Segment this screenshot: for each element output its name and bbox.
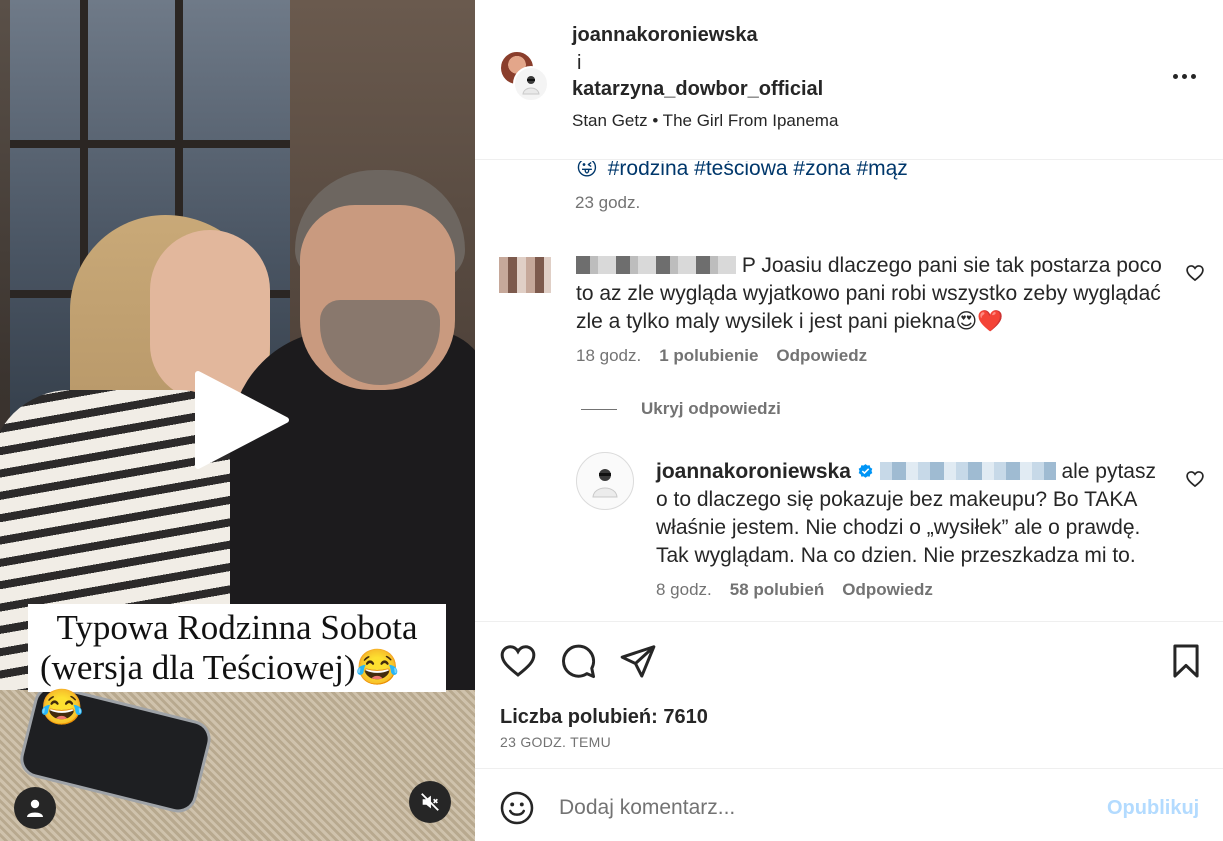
heart-icon[interactable] xyxy=(1185,263,1205,283)
comment-composer: Opublikuj xyxy=(475,770,1223,841)
comment-icon[interactable] xyxy=(559,642,597,680)
comment-input[interactable] xyxy=(559,792,1079,824)
play-icon[interactable] xyxy=(190,370,290,470)
reply-text: joannakoroniewska ale pytasz o to dlacze… xyxy=(656,458,1166,570)
reply-meta: 8 godz. 58 polubień Odpowiedz xyxy=(656,580,933,600)
video-caption: Typowa Rodzinna Sobota (wersja dla Teści… xyxy=(28,604,446,727)
more-horizontal-icon xyxy=(1172,73,1196,79)
publish-button[interactable]: Opublikuj xyxy=(1107,797,1199,820)
paper-plane-icon[interactable] xyxy=(619,642,657,680)
winking-tongue-emoji: 😜 xyxy=(576,161,598,180)
post-video[interactable]: Typowa Rodzinna Sobota (wersja dla Teści… xyxy=(0,0,475,841)
hashtag-link[interactable]: #rodzina xyxy=(608,161,689,180)
mute-button[interactable] xyxy=(409,781,451,823)
avatar-person-icon xyxy=(522,76,540,95)
avatar-blurred[interactable] xyxy=(499,257,551,293)
hashtag-link[interactable]: #mąż xyxy=(856,161,907,180)
divider xyxy=(581,408,617,410)
post-age: 23 GODZ. TEMU xyxy=(500,734,611,750)
reply-likes[interactable]: 58 polubień xyxy=(730,580,824,600)
video-caption-line2: (wersja dla Teściowej)😂😂 xyxy=(40,648,400,727)
comment-time: 18 godz. xyxy=(576,346,642,365)
hide-replies-label: Ukryj odpowiedzi xyxy=(641,399,781,418)
comment-meta: 18 godz. 1 polubienie Odpowiedz xyxy=(576,346,867,366)
post-header: joannakoroniewska i katarzyna_dowbor_off… xyxy=(475,0,1223,160)
emoji-icon[interactable] xyxy=(499,790,535,826)
avatar[interactable] xyxy=(576,452,634,510)
audio-track-link[interactable]: Stan Getz • The Girl From Ipanema xyxy=(572,111,838,131)
blurred-mention[interactable] xyxy=(879,462,1056,480)
hashtag-link[interactable]: #teściowa xyxy=(694,161,787,180)
header-username-1[interactable]: joannakoroniewska xyxy=(572,24,758,47)
bookmark-icon[interactable] xyxy=(1167,642,1205,680)
reply-button[interactable]: Odpowiedz xyxy=(842,580,933,600)
heart-icon[interactable] xyxy=(499,642,537,680)
user-icon xyxy=(27,799,43,817)
hashtag-link[interactable]: #żona xyxy=(793,161,850,180)
more-options-button[interactable] xyxy=(1168,64,1200,88)
avatar[interactable] xyxy=(513,66,549,102)
blurred-username[interactable] xyxy=(576,256,736,274)
reply-username[interactable]: joannakoroniewska xyxy=(656,460,851,483)
comment-username-fragment: P xyxy=(741,254,756,277)
post-actions: Liczba polubień: 7610 23 GODZ. TEMU xyxy=(475,621,1223,769)
post-caption-hashtags: 😜 #rodzina #teściowa #żona #mąż xyxy=(576,161,908,181)
window-frame xyxy=(10,140,290,148)
post-timestamp: 23 godz. xyxy=(575,193,641,212)
hide-replies-button[interactable]: Ukryj odpowiedzi xyxy=(581,399,781,419)
reply-time: 8 godz. xyxy=(656,580,712,599)
heart-icon[interactable] xyxy=(1185,469,1205,489)
header-conjunction: i xyxy=(577,52,582,74)
header-username-2[interactable]: katarzyna_dowbor_official xyxy=(572,78,823,101)
comment-text: P Joasiu dlaczego pani sie tak postarza … xyxy=(576,252,1166,336)
reply-button[interactable]: Odpowiedz xyxy=(776,346,867,366)
speaker-muted-icon xyxy=(421,793,439,811)
verified-badge-icon xyxy=(858,464,873,478)
likes-count[interactable]: Liczba polubień: 7610 xyxy=(500,706,708,729)
comment-likes[interactable]: 1 polubienie xyxy=(659,346,758,366)
post-panel: joannakoroniewska i katarzyna_dowbor_off… xyxy=(475,0,1223,841)
video-caption-line1: Typowa Rodzinna Sobota xyxy=(56,608,418,647)
avatar-person-icon xyxy=(592,469,618,498)
comments-list[interactable]: 😜 #rodzina #teściowa #żona #mąż 23 godz.… xyxy=(475,161,1223,621)
tagged-users-button[interactable] xyxy=(14,787,56,829)
